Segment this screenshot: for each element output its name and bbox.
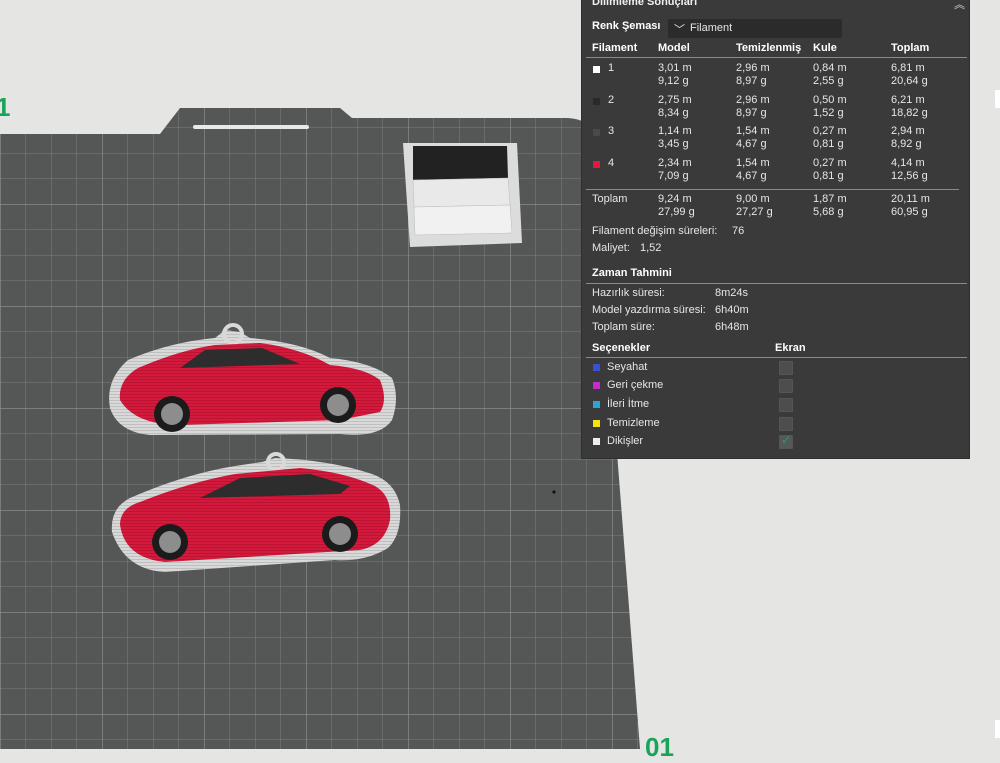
option-label: Geri çekme <box>607 379 664 391</box>
option-color-swatch <box>593 420 600 427</box>
model-print-time-value: 6h40m <box>715 304 749 316</box>
filament-id: 3 <box>608 125 615 137</box>
cost-value: 1,52 <box>640 242 662 254</box>
divider <box>586 283 967 284</box>
tower-weight: 0,81 g <box>813 138 844 150</box>
model-weight: 27,99 g <box>658 206 695 218</box>
filament-id: 2 <box>608 94 615 106</box>
tower-weight: 5,68 g <box>813 206 844 218</box>
divider <box>586 57 967 58</box>
filament-changes-label: Filament değişim süreleri: <box>592 225 718 237</box>
header-purged: Temizlenmiş <box>736 42 802 54</box>
model-weight: 8,34 g <box>658 107 689 119</box>
model-print-time-label: Model yazdırma süresi: <box>592 304 706 316</box>
total-weight: 18,82 g <box>891 107 928 119</box>
time-estimate-title: Zaman Tahmini <box>592 267 672 279</box>
model-weight: 9,12 g <box>658 75 689 87</box>
option-label: Dikişler <box>607 435 644 447</box>
plate-number-label-2: 01 <box>645 732 674 762</box>
total-weight: 60,95 g <box>891 206 928 218</box>
purged-weight: 4,67 g <box>736 138 767 150</box>
options-title: Seçenekler <box>592 342 651 354</box>
cost-label: Maliyet: <box>592 242 630 254</box>
chevron-down-icon: ﹀ <box>674 24 685 36</box>
header-total: Toplam <box>891 42 930 54</box>
color-scheme-value: Filament <box>690 22 733 34</box>
display-title: Ekran <box>775 342 806 354</box>
option-label: Seyahat <box>607 361 648 373</box>
filament-color-swatch <box>593 98 600 105</box>
option-color-swatch <box>593 364 600 371</box>
filament-changes-value: 76 <box>732 225 745 237</box>
option-label: İleri İtme <box>607 398 650 410</box>
option-visibility-checkbox[interactable] <box>779 417 793 431</box>
total-time-label: Toplam süre: <box>592 321 655 333</box>
total-time-value: 6h48m <box>715 321 749 333</box>
option-color-swatch <box>593 438 600 445</box>
header-tower: Kule <box>813 42 837 54</box>
option-label: Temizleme <box>607 417 660 429</box>
prime-tower <box>403 143 522 247</box>
total-weight: 20,64 g <box>891 75 928 87</box>
tower-weight: 0,81 g <box>813 170 844 182</box>
prep-time-value: 8m24s <box>715 287 749 299</box>
color-scheme-dropdown[interactable]: ﹀ Filament <box>668 19 842 38</box>
option-visibility-checkbox[interactable] <box>779 398 793 412</box>
total-weight: 8,92 g <box>891 138 922 150</box>
slicing-results-panel: Dilimleme Sonuçları ︽ Renk Şeması ﹀ Fila… <box>582 0 969 458</box>
model-weight: 7,09 g <box>658 170 689 182</box>
purged-weight: 27,27 g <box>736 206 773 218</box>
purged-weight: 8,97 g <box>736 75 767 87</box>
option-color-swatch <box>593 401 600 408</box>
divider <box>586 189 959 190</box>
filament-color-swatch <box>593 129 600 136</box>
header-model: Model <box>658 42 690 54</box>
color-scheme-label: Renk Şeması <box>592 20 661 32</box>
option-color-swatch <box>593 382 600 389</box>
filament-id: 4 <box>608 157 615 169</box>
model-weight: 3,45 g <box>658 138 689 150</box>
double-chevron-up-icon[interactable]: ︽ <box>954 0 965 12</box>
plate-number-label: 1 <box>0 92 11 122</box>
option-visibility-checkbox-checked[interactable] <box>779 433 793 449</box>
purged-weight: 8,97 g <box>736 107 767 119</box>
purged-weight: 4,67 g <box>736 170 767 182</box>
option-visibility-checkbox[interactable] <box>779 379 793 393</box>
option-visibility-checkbox[interactable] <box>779 361 793 375</box>
divider <box>586 357 967 358</box>
prep-time-label: Hazırlık süresi: <box>592 287 665 299</box>
filament-color-swatch <box>593 161 600 168</box>
tower-weight: 2,55 g <box>813 75 844 87</box>
tower-weight: 1,52 g <box>813 107 844 119</box>
panel-title: Dilimleme Sonuçları <box>592 0 698 8</box>
filament-color-swatch <box>593 66 600 73</box>
header-filament: Filament <box>592 42 638 54</box>
filament-id: 1 <box>608 62 615 74</box>
total-row-label: Toplam <box>592 193 628 205</box>
total-weight: 12,56 g <box>891 170 928 182</box>
